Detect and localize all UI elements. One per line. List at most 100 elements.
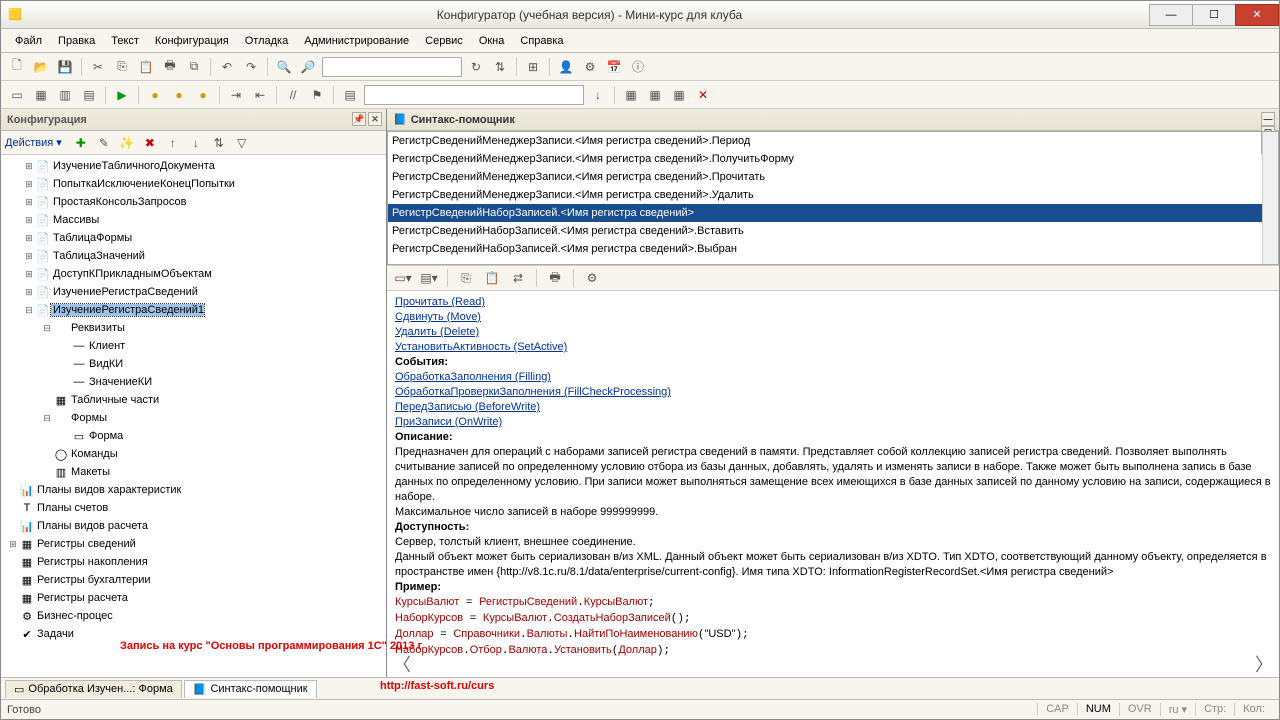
menu-config[interactable]: Конфигурация bbox=[149, 33, 235, 49]
sort-icon[interactable]: ⇅ bbox=[209, 133, 229, 153]
db2-icon[interactable]: ▦ bbox=[645, 85, 665, 105]
help-list-icon[interactable]: ▤▾ bbox=[419, 268, 439, 288]
tree-row[interactable]: ⊞📄ТаблицаЗначений bbox=[1, 247, 386, 265]
nav-left-icon[interactable]: 〈 bbox=[393, 658, 411, 673]
pane-close-icon[interactable]: ✕ bbox=[368, 112, 382, 126]
help-paste-icon[interactable]: 📋 bbox=[482, 268, 502, 288]
tree-row[interactable]: ▥Макеты bbox=[1, 463, 386, 481]
help-nav-icon[interactable]: ⇄ bbox=[508, 268, 528, 288]
menu-file[interactable]: Файл bbox=[9, 33, 48, 49]
actions-menu[interactable]: Действия ▾ bbox=[5, 136, 68, 149]
tree-row[interactable]: ⚙Бизнес-процес bbox=[1, 607, 386, 625]
method-link[interactable]: Прочитать (Read) bbox=[395, 296, 485, 308]
user-icon[interactable]: 👤 bbox=[556, 57, 576, 77]
search-icon[interactable]: 🔎 bbox=[298, 57, 318, 77]
tree-row[interactable]: —ВидКИ bbox=[1, 355, 386, 373]
help-print-icon[interactable]: 🖶 bbox=[545, 268, 565, 288]
add-icon[interactable]: ✚ bbox=[71, 133, 91, 153]
down-icon[interactable]: ↓ bbox=[186, 133, 206, 153]
cut-icon[interactable]: ✂ bbox=[88, 57, 108, 77]
event-link[interactable]: ПриЗаписи (OnWrite) bbox=[395, 416, 502, 428]
globe3-icon[interactable]: ● bbox=[193, 85, 213, 105]
copy-icon[interactable]: ⎘ bbox=[112, 57, 132, 77]
globe2-icon[interactable]: ● bbox=[169, 85, 189, 105]
nav-right-icon[interactable]: 〉 bbox=[1255, 658, 1273, 673]
tree-row[interactable]: ▦Регистры расчета bbox=[1, 589, 386, 607]
redo-icon[interactable]: ↷ bbox=[241, 57, 261, 77]
tree-row[interactable]: ⊟Реквизиты bbox=[1, 319, 386, 337]
open-icon[interactable]: 📂 bbox=[31, 57, 51, 77]
tree-row[interactable]: ▦Регистры накопления bbox=[1, 553, 386, 571]
maximize-button[interactable]: ☐ bbox=[1192, 4, 1236, 26]
tree-row[interactable]: ТПланы счетов bbox=[1, 499, 386, 517]
search-combo[interactable] bbox=[322, 57, 462, 77]
find-icon[interactable]: 🔍 bbox=[274, 57, 294, 77]
db3-icon[interactable]: ▦ bbox=[669, 85, 689, 105]
syntax-min-icon[interactable]: — bbox=[1261, 112, 1275, 126]
menu-edit[interactable]: Правка bbox=[52, 33, 101, 49]
outdent-icon[interactable]: ⇤ bbox=[250, 85, 270, 105]
syntax-list-row[interactable]: РегистрСведенийМенеджерЗаписи.<Имя регис… bbox=[388, 132, 1278, 150]
tree-row[interactable]: ⊞📄ИзучениеРегистраСведений bbox=[1, 283, 386, 301]
filter-icon[interactable]: ▽ bbox=[232, 133, 252, 153]
event-link[interactable]: ОбработкаЗаполнения (Filling) bbox=[395, 371, 551, 383]
db1-icon[interactable]: ▦ bbox=[621, 85, 641, 105]
delete-icon[interactable]: ✖ bbox=[140, 133, 160, 153]
tree-row[interactable]: 📊Планы видов расчета bbox=[1, 517, 386, 535]
window-tab[interactable]: ▭Обработка Изучен...: Форма bbox=[5, 680, 182, 698]
refresh-icon[interactable]: ↻ bbox=[466, 57, 486, 77]
help-body[interactable]: Прочитать (Read)Сдвинуть (Move)Удалить (… bbox=[387, 291, 1279, 677]
tb2-3-icon[interactable]: ▥ bbox=[55, 85, 75, 105]
event-link[interactable]: ОбработкаПроверкиЗаполнения (FillCheckPr… bbox=[395, 386, 671, 398]
pin-icon[interactable]: 📌 bbox=[352, 112, 366, 126]
close-button[interactable]: ✕ bbox=[1235, 4, 1279, 26]
method-link[interactable]: Сдвинуть (Move) bbox=[395, 311, 481, 323]
config-tree[interactable]: ⊞📄ИзучениеТабличногоДокумента⊞📄ПопыткаИс… bbox=[1, 155, 386, 677]
save-icon[interactable]: 💾 bbox=[55, 57, 75, 77]
nav-icon[interactable]: ⇅ bbox=[490, 57, 510, 77]
module-icon[interactable]: ▤ bbox=[340, 85, 360, 105]
paste-icon[interactable]: 📋 bbox=[136, 57, 156, 77]
tree-row[interactable]: ⊞📄ПростаяКонсольЗапросов bbox=[1, 193, 386, 211]
print-icon[interactable]: 🖶 bbox=[160, 57, 180, 77]
bookmark-icon[interactable]: ⚑ bbox=[307, 85, 327, 105]
scrollbar[interactable] bbox=[1262, 132, 1278, 264]
proc-combo[interactable] bbox=[364, 85, 584, 105]
info-icon[interactable]: ⓘ bbox=[628, 57, 648, 77]
syntax-list-row[interactable]: РегистрСведенийНаборЗаписей.<Имя регистр… bbox=[388, 240, 1278, 258]
syntax-list-row[interactable]: РегистрСведенийМенеджерЗаписи.<Имя регис… bbox=[388, 168, 1278, 186]
tb2-4-icon[interactable]: ▤ bbox=[79, 85, 99, 105]
up-icon[interactable]: ↑ bbox=[163, 133, 183, 153]
menu-admin[interactable]: Администрирование bbox=[298, 33, 415, 49]
tree-row[interactable]: —ЗначениеКИ bbox=[1, 373, 386, 391]
help-tree-icon[interactable]: ▭▾ bbox=[393, 268, 413, 288]
method-link[interactable]: УстановитьАктивность (SetActive) bbox=[395, 341, 567, 353]
indent-icon[interactable]: ⇥ bbox=[226, 85, 246, 105]
edit-icon[interactable]: ✎ bbox=[94, 133, 114, 153]
calendar-icon[interactable]: 📅 bbox=[604, 57, 624, 77]
syntax-list-row[interactable]: РегистрСведенийНаборЗаписей.<Имя регистр… bbox=[388, 222, 1278, 240]
undo-icon[interactable]: ↶ bbox=[217, 57, 237, 77]
minimize-button[interactable]: — bbox=[1149, 4, 1193, 26]
tree-row[interactable]: ✔Задачи bbox=[1, 625, 386, 643]
tree-row[interactable]: ▦Регистры бухгалтерии bbox=[1, 571, 386, 589]
tree-row[interactable]: ▭Форма bbox=[1, 427, 386, 445]
menu-service[interactable]: Сервис bbox=[419, 33, 469, 49]
tree-row[interactable]: ⊞📄ПопыткаИсключениеКонецПопытки bbox=[1, 175, 386, 193]
goto-icon[interactable]: ↓ bbox=[588, 85, 608, 105]
help-copy-icon[interactable]: ⎘ bbox=[456, 268, 476, 288]
del-icon[interactable]: ✕ bbox=[693, 85, 713, 105]
tree-row[interactable]: ◯Команды bbox=[1, 445, 386, 463]
globe1-icon[interactable]: ● bbox=[145, 85, 165, 105]
tb2-2-icon[interactable]: ▦ bbox=[31, 85, 51, 105]
syntax-list-row[interactable]: РегистрСведенийМенеджерЗаписи.<Имя регис… bbox=[388, 150, 1278, 168]
tree-row[interactable]: 📊Планы видов характеристик bbox=[1, 481, 386, 499]
tb2-1-icon[interactable]: ▭ bbox=[7, 85, 27, 105]
gear-icon[interactable]: ⚙ bbox=[580, 57, 600, 77]
tree-row[interactable]: ⊞📄ИзучениеТабличногоДокумента bbox=[1, 157, 386, 175]
syntax-list[interactable]: РегистрСведенийМенеджерЗаписи.<Имя регис… bbox=[387, 131, 1279, 265]
tree-row[interactable]: ⊟Формы bbox=[1, 409, 386, 427]
windows-icon[interactable]: ⊞ bbox=[523, 57, 543, 77]
tree-row[interactable]: ⊞▦Регистры сведений bbox=[1, 535, 386, 553]
tree-row[interactable]: ⊟📄ИзучениеРегистраСведений1 bbox=[1, 301, 386, 319]
